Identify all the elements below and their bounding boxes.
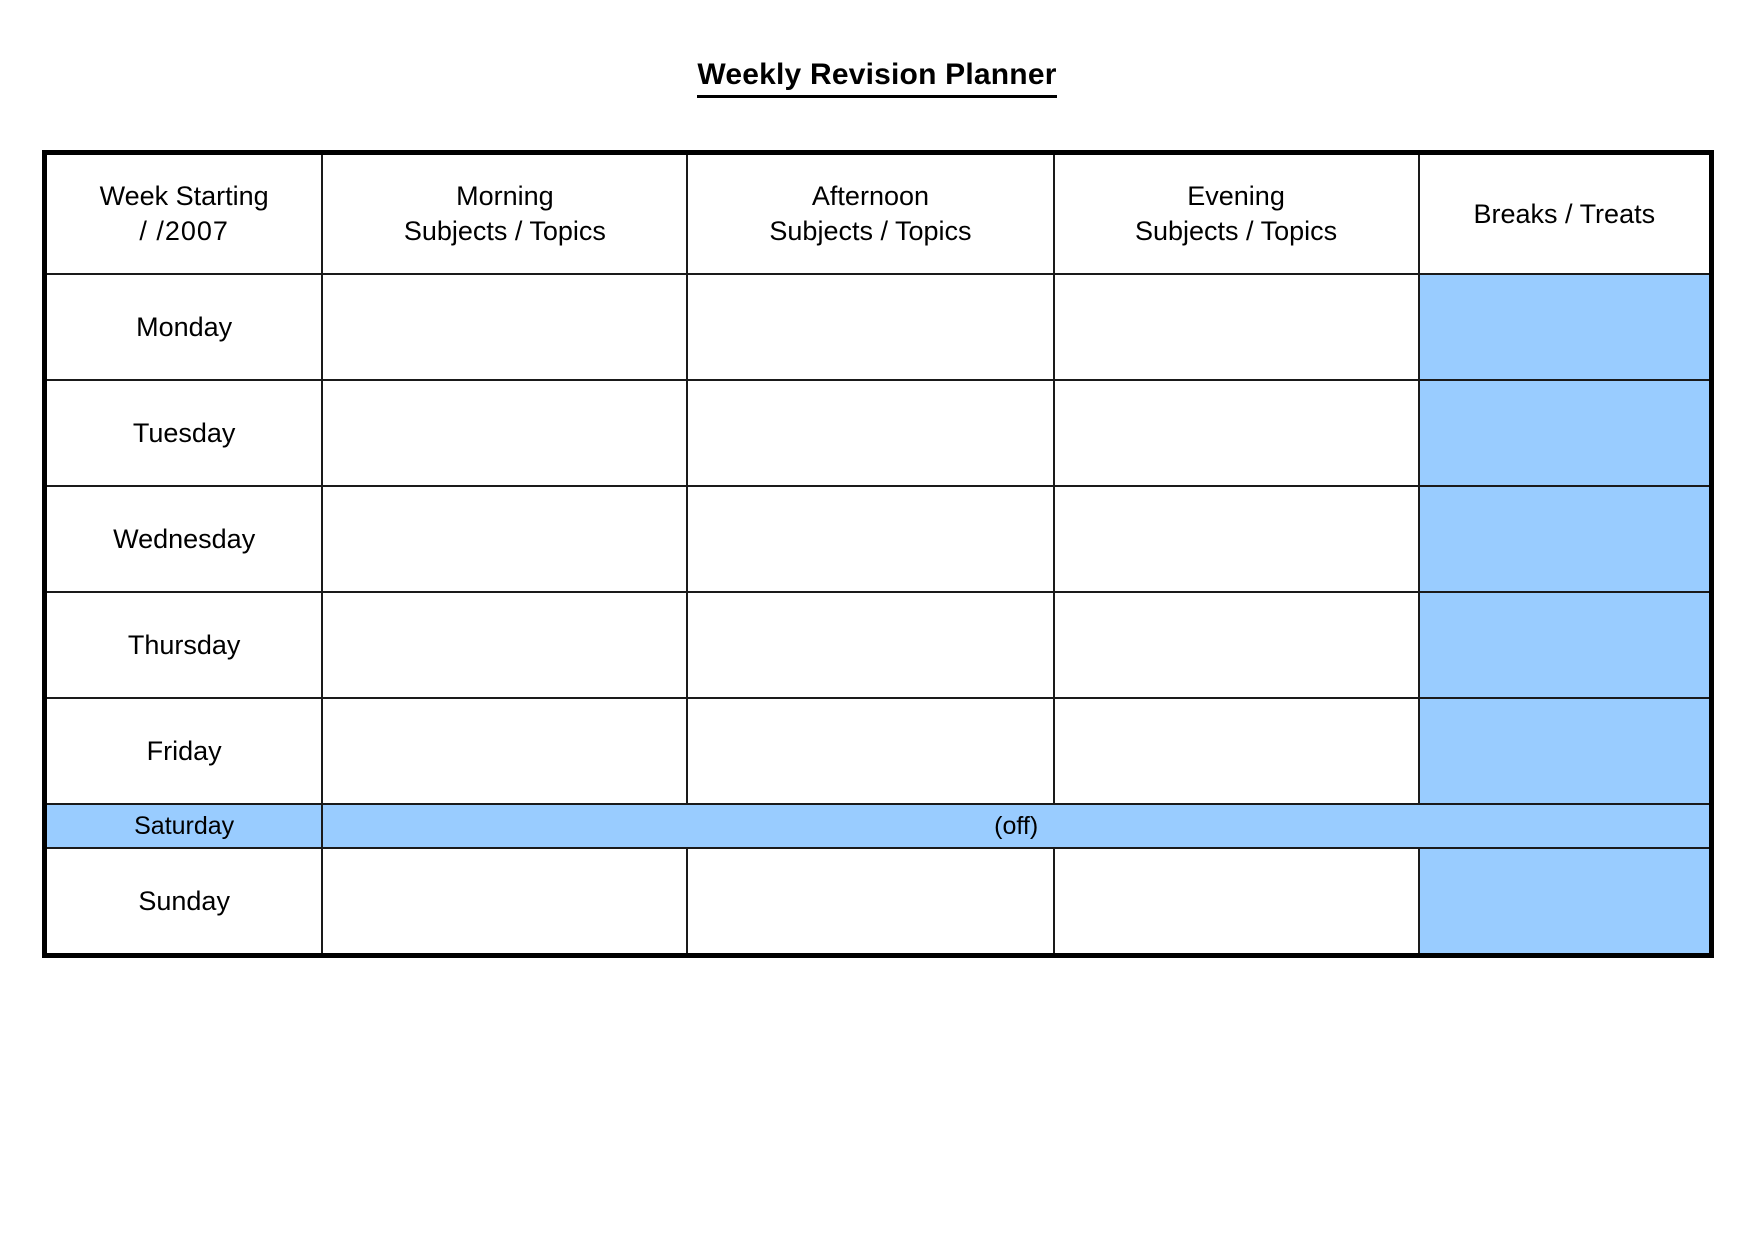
table-row: Thursday: [43, 591, 1713, 699]
header-evening-sublabel: Subjects / Topics: [1135, 216, 1338, 246]
cell-sunday-afternoon[interactable]: [686, 847, 1055, 957]
header-evening: Evening Subjects / Topics: [1052, 151, 1420, 275]
header-breaks-treats: Breaks / Treats: [1417, 151, 1713, 275]
page-title-text: Weekly Revision Planner: [697, 57, 1057, 98]
header-afternoon-sublabel: Subjects / Topics: [769, 216, 972, 246]
header-week-starting-label: Week Starting: [99, 181, 269, 212]
planner-table-wrapper: Week Starting / /2007 Morning Subjects /…: [42, 150, 1714, 958]
day-label-tuesday: Tuesday: [43, 379, 324, 487]
day-label-friday: Friday: [43, 697, 324, 805]
day-label-sunday: Sunday: [43, 847, 324, 957]
cell-friday-morning[interactable]: [321, 697, 689, 805]
day-label-wednesday: Wednesday: [43, 485, 324, 593]
header-afternoon-label: Afternoon: [811, 181, 930, 212]
cell-tuesday-breaks[interactable]: [1417, 379, 1713, 487]
table-row: Tuesday: [43, 379, 1713, 487]
page-title: Weekly Revision Planner: [0, 0, 1754, 98]
table-row: Sunday: [43, 847, 1713, 957]
cell-tuesday-afternoon[interactable]: [686, 379, 1055, 487]
cell-monday-afternoon[interactable]: [686, 273, 1055, 381]
header-afternoon: Afternoon Subjects / Topics: [686, 151, 1055, 275]
cell-wednesday-evening[interactable]: [1052, 485, 1420, 593]
header-week-starting: Week Starting / /2007: [43, 151, 324, 275]
table-row-saturday: Saturday (off): [43, 803, 1713, 849]
day-label-thursday: Thursday: [43, 591, 324, 699]
cell-sunday-morning[interactable]: [321, 847, 689, 957]
cell-friday-afternoon[interactable]: [686, 697, 1055, 805]
saturday-off-note: (off): [321, 803, 1713, 849]
table-row: Monday: [43, 273, 1713, 381]
cell-friday-breaks[interactable]: [1417, 697, 1713, 805]
cell-monday-morning[interactable]: [321, 273, 689, 381]
header-breaks-treats-label: Breaks / Treats: [1473, 198, 1656, 229]
header-morning-label: Morning: [456, 181, 554, 212]
cell-sunday-breaks[interactable]: [1417, 847, 1713, 957]
cell-tuesday-morning[interactable]: [321, 379, 689, 487]
cell-wednesday-afternoon[interactable]: [686, 485, 1055, 593]
table-row: Friday: [43, 697, 1713, 805]
cell-wednesday-breaks[interactable]: [1417, 485, 1713, 593]
cell-sunday-evening[interactable]: [1052, 847, 1420, 957]
cell-monday-evening[interactable]: [1052, 273, 1420, 381]
header-week-starting-date[interactable]: / /2007: [53, 214, 315, 249]
cell-wednesday-morning[interactable]: [321, 485, 689, 593]
cell-friday-evening[interactable]: [1052, 697, 1420, 805]
cell-tuesday-evening[interactable]: [1052, 379, 1420, 487]
day-label-saturday: Saturday: [43, 803, 324, 849]
weekly-planner-table: Week Starting / /2007 Morning Subjects /…: [42, 150, 1714, 958]
cell-thursday-evening[interactable]: [1052, 591, 1420, 699]
header-morning-sublabel: Subjects / Topics: [403, 216, 606, 246]
day-label-monday: Monday: [43, 273, 324, 381]
cell-thursday-afternoon[interactable]: [686, 591, 1055, 699]
cell-monday-breaks[interactable]: [1417, 273, 1713, 381]
table-header-row: Week Starting / /2007 Morning Subjects /…: [43, 151, 1713, 275]
planner-page: Weekly Revision Planner Week Starting / …: [0, 0, 1754, 1240]
header-morning: Morning Subjects / Topics: [321, 151, 689, 275]
header-evening-label: Evening: [1187, 181, 1285, 212]
cell-thursday-breaks[interactable]: [1417, 591, 1713, 699]
cell-thursday-morning[interactable]: [321, 591, 689, 699]
table-row: Wednesday: [43, 485, 1713, 593]
